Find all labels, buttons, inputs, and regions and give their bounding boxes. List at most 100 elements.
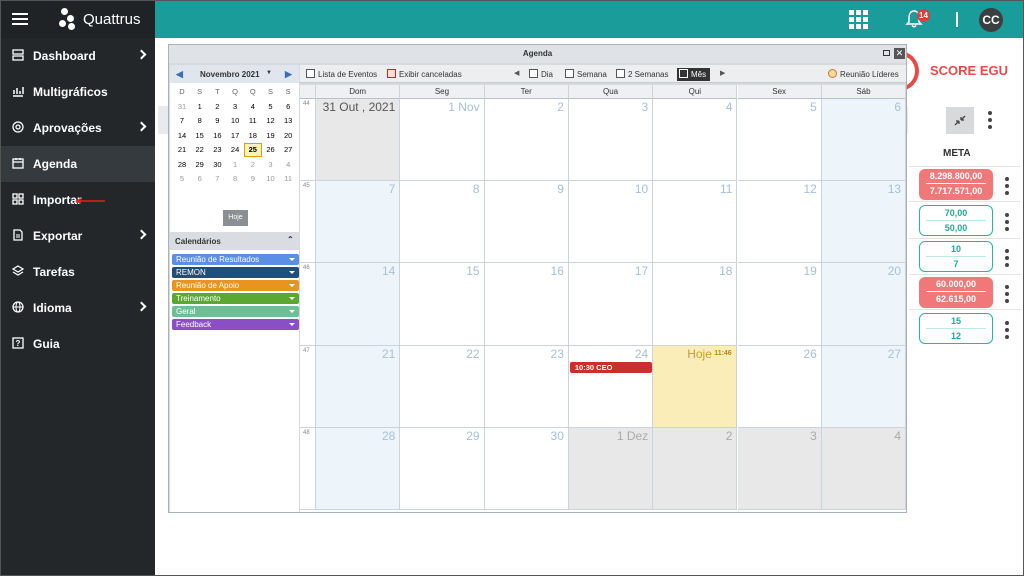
dropdown-arrow-icon[interactable] xyxy=(289,284,295,287)
calendar-cell[interactable]: 18 xyxy=(653,263,738,346)
more-options-icon[interactable] xyxy=(988,111,992,132)
show-cancelled-button[interactable]: Exibir canceladas xyxy=(387,69,462,79)
hamburger-icon[interactable] xyxy=(12,13,28,25)
avatar[interactable]: CC xyxy=(979,8,1003,32)
collapse-up-icon[interactable]: ⌃ xyxy=(287,235,294,244)
calendar-cell[interactable]: 15 xyxy=(400,263,485,346)
calendar-cell[interactable]: 13 xyxy=(821,181,907,264)
mini-calendar-day[interactable]: 4 xyxy=(279,158,297,172)
calendar-item[interactable]: Feedback xyxy=(172,319,299,330)
calendar-cell[interactable]: 7 xyxy=(316,181,401,264)
mini-calendar-day[interactable]: 22 xyxy=(191,143,209,157)
mini-calendar-day[interactable]: 8 xyxy=(191,114,209,128)
calendar-event[interactable]: 10:30 CEO xyxy=(569,361,652,373)
mini-calendar-day[interactable]: 30 xyxy=(208,158,226,172)
mini-calendar-day[interactable]: 11 xyxy=(279,172,297,186)
two-weeks-view-button[interactable]: 2 Semanas xyxy=(616,69,668,79)
calendar-cell[interactable]: 9 xyxy=(484,181,569,264)
sidebar-item-idioma[interactable]: Idioma xyxy=(1,290,155,326)
mini-calendar-day[interactable]: 3 xyxy=(262,158,280,172)
mini-calendar-day[interactable]: 11 xyxy=(244,114,262,128)
calendar-cell[interactable]: 10 xyxy=(568,181,654,264)
calendar-cell[interactable]: 27 xyxy=(821,345,907,428)
maximize-icon[interactable] xyxy=(883,50,890,56)
calendar-cell[interactable]: 23 xyxy=(484,345,569,428)
week-number[interactable]: 44 xyxy=(300,99,316,182)
calendar-cell[interactable]: 4 xyxy=(821,427,907,510)
mini-calendar-day[interactable]: 10 xyxy=(262,172,280,186)
month-label[interactable]: Novembro 2021 xyxy=(200,70,260,79)
mini-calendar-day[interactable]: 16 xyxy=(208,129,226,143)
sidebar-item-multigraficos[interactable]: Multigráficos xyxy=(1,74,155,110)
mini-calendar-day[interactable]: 10 xyxy=(226,114,244,128)
mini-calendar-day[interactable]: 6 xyxy=(191,172,209,186)
dropdown-arrow-icon[interactable] xyxy=(289,323,295,326)
week-number[interactable]: 47 xyxy=(300,345,316,428)
prev-period-icon[interactable]: ◀ xyxy=(514,69,519,77)
calendar-item[interactable]: Geral xyxy=(172,306,299,317)
sidebar-item-aprovacoes[interactable]: Aprovações xyxy=(1,110,155,146)
calendar-cell[interactable]: 31 Out , 2021 xyxy=(316,99,401,182)
prev-month-icon[interactable]: ◀ xyxy=(176,69,183,80)
calendar-cell[interactable]: 1 Dez xyxy=(568,427,654,510)
calendar-item[interactable]: Reunião de Apoio xyxy=(172,280,299,291)
calendar-cell[interactable]: 24 10:30 CEO xyxy=(568,345,654,428)
next-month-icon[interactable]: ▶ xyxy=(285,69,292,80)
row-more-icon[interactable] xyxy=(1005,249,1009,270)
mini-calendar-day[interactable]: 18 xyxy=(244,129,262,143)
calendar-cell[interactable]: 8 xyxy=(400,181,485,264)
mini-calendar-day[interactable]: 23 xyxy=(208,143,226,157)
calendar-item[interactable]: REMON xyxy=(172,267,299,278)
next-period-icon[interactable]: ▶ xyxy=(720,69,725,77)
calendar-cell[interactable]: 3 xyxy=(568,99,654,182)
mini-calendar-day[interactable]: 12 xyxy=(262,114,280,128)
mini-calendar-day[interactable]: 9 xyxy=(244,172,262,186)
mini-calendar-day[interactable]: 1 xyxy=(191,100,209,114)
mini-calendar-day[interactable]: 29 xyxy=(191,158,209,172)
week-view-button[interactable]: Semana xyxy=(565,69,607,79)
mini-calendar-day[interactable]: 17 xyxy=(226,129,244,143)
dropdown-arrow-icon[interactable] xyxy=(289,271,295,274)
mini-calendar-day[interactable]: 13 xyxy=(279,114,297,128)
mini-calendar-day[interactable]: 31 xyxy=(173,100,191,114)
day-view-button[interactable]: Dia xyxy=(529,69,553,79)
mini-calendar-day[interactable]: 1 xyxy=(226,158,244,172)
calendar-cell[interactable]: 3 xyxy=(737,427,822,510)
sidebar-item-tarefas[interactable]: Tarefas xyxy=(1,254,155,290)
calendar-cell[interactable]: 17 xyxy=(568,263,654,346)
collapse-button[interactable] xyxy=(946,107,974,134)
calendar-cell[interactable]: 14 xyxy=(316,263,401,346)
calendar-cell[interactable]: 12 xyxy=(737,181,822,264)
meeting-button[interactable]: Reunião Líderes xyxy=(828,69,899,79)
calendar-cell[interactable]: 22 xyxy=(400,345,485,428)
mini-calendar-day[interactable]: 5 xyxy=(262,100,280,114)
calendar-cell[interactable]: 2 xyxy=(484,99,569,182)
mini-calendar-day[interactable]: 2 xyxy=(244,158,262,172)
calendar-cell[interactable]: 6 xyxy=(821,99,907,182)
mini-calendar-day[interactable]: 7 xyxy=(173,114,191,128)
mini-calendar-day[interactable]: 15 xyxy=(191,129,209,143)
mini-calendar-day[interactable]: 21 xyxy=(173,143,191,157)
mini-calendar-day[interactable]: 2 xyxy=(208,100,226,114)
row-more-icon[interactable] xyxy=(1005,321,1009,342)
mini-calendar-day[interactable]: 25 xyxy=(243,143,262,157)
calendars-header[interactable]: Calendários ⌃ xyxy=(170,232,299,250)
dropdown-arrow-icon[interactable] xyxy=(289,310,295,313)
calendar-item[interactable]: Reunião de Resultados xyxy=(172,254,299,265)
mini-calendar-day[interactable]: 20 xyxy=(279,129,297,143)
mini-calendar-day[interactable]: 3 xyxy=(226,100,244,114)
calendar-cell[interactable]: 20 xyxy=(821,263,907,346)
week-number[interactable]: 46 xyxy=(300,263,316,346)
calendar-cell[interactable]: 2 xyxy=(653,427,738,510)
mini-calendar-day[interactable]: 9 xyxy=(208,114,226,128)
mini-calendar-day[interactable]: 7 xyxy=(208,172,226,186)
calendar-cell[interactable]: 30 xyxy=(484,427,569,510)
calendar-cell[interactable]: 4 xyxy=(653,99,738,182)
calendar-item[interactable]: Treinamento xyxy=(172,293,299,304)
mini-calendar-day[interactable]: 14 xyxy=(173,129,191,143)
mini-calendar-day[interactable]: 26 xyxy=(262,143,280,157)
calendar-cell[interactable]: 29 xyxy=(400,427,485,510)
mini-calendar-day[interactable]: 28 xyxy=(173,158,191,172)
dropdown-arrow-icon[interactable] xyxy=(289,297,295,300)
calendar-cell[interactable]: 19 xyxy=(737,263,822,346)
